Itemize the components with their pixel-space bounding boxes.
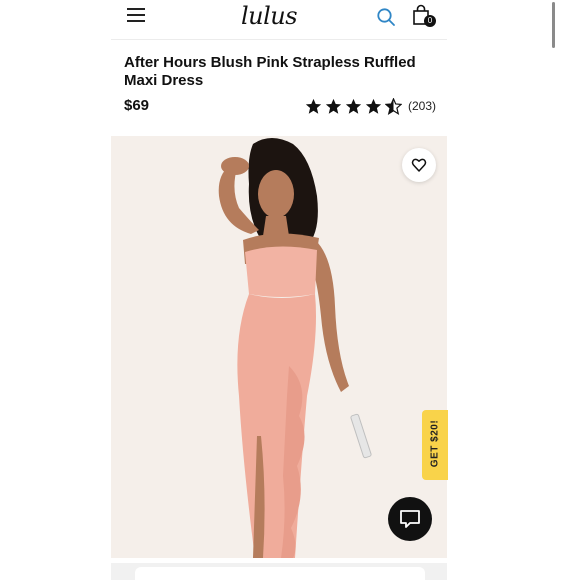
- shopping-bag-icon[interactable]: 0: [412, 4, 436, 28]
- star-full-icon: [325, 98, 342, 114]
- cart-count-badge: 0: [424, 15, 436, 27]
- chat-button[interactable]: [388, 497, 432, 541]
- star-full-icon: [305, 98, 322, 114]
- top-nav-bar: lulus 0: [111, 0, 447, 40]
- product-image[interactable]: [111, 136, 447, 558]
- scrollbar[interactable]: [552, 2, 555, 48]
- heart-icon: [411, 158, 427, 172]
- mobile-page: lulus 0 After Hours Blush Pink Strapless…: [111, 0, 555, 580]
- star-half-icon: [385, 97, 402, 115]
- product-price: $69: [124, 97, 150, 114]
- bottom-bar: [111, 563, 447, 580]
- model-photo: [111, 136, 447, 558]
- product-rating[interactable]: (203): [305, 96, 436, 116]
- hamburger-menu-icon[interactable]: [127, 8, 147, 24]
- site-logo[interactable]: lulus: [241, 2, 298, 30]
- promo-tab[interactable]: GET $20!: [422, 410, 448, 480]
- search-icon[interactable]: [376, 7, 396, 27]
- wishlist-button[interactable]: [402, 148, 436, 182]
- star-full-icon: [345, 98, 362, 114]
- product-title: After Hours Blush Pink Strapless Ruffled…: [124, 54, 416, 89]
- promo-label: GET $20!: [429, 419, 441, 468]
- bottom-input-area[interactable]: [135, 567, 425, 580]
- star-full-icon: [365, 98, 382, 114]
- review-count[interactable]: (203): [408, 99, 436, 113]
- chat-bubble-icon: [400, 510, 420, 528]
